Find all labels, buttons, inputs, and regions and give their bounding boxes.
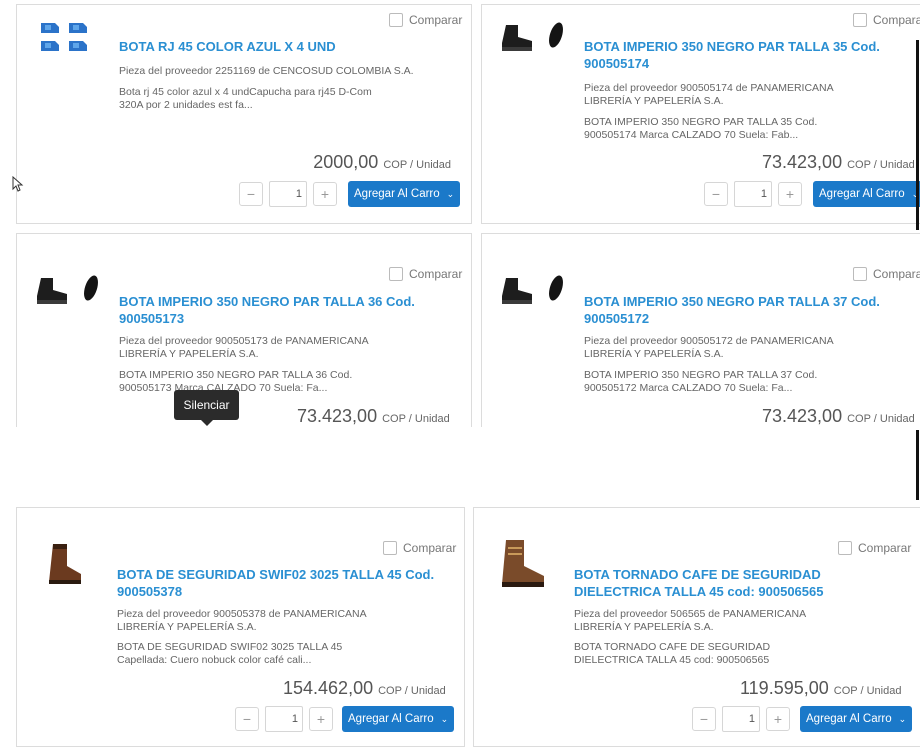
- quantity-input[interactable]: 1: [734, 181, 772, 207]
- compare-label: Comparar: [873, 13, 920, 27]
- price-unit: COP / Unidad: [847, 159, 915, 171]
- price-amount: 119.595,00: [740, 678, 829, 698]
- compare-toggle[interactable]: Comparar: [853, 267, 920, 281]
- add-to-cart-button[interactable]: Agregar Al Carro ⌄: [348, 181, 461, 207]
- decrease-button[interactable]: −: [235, 707, 259, 731]
- product-card: Comparar BOTA TORNADO CAFE DE SEGURIDAD …: [473, 507, 920, 747]
- compare-label: Comparar: [858, 541, 912, 555]
- price-amount: 73.423,00: [762, 152, 843, 172]
- compare-label: Comparar: [409, 267, 463, 281]
- compare-checkbox[interactable]: [383, 541, 397, 555]
- price: 73.423,00 COP / Unidad: [762, 152, 915, 173]
- compare-toggle[interactable]: Comparar: [383, 541, 456, 555]
- increase-button[interactable]: +: [778, 182, 802, 206]
- tooltip: Silenciar: [174, 390, 239, 426]
- increase-button[interactable]: +: [313, 182, 337, 206]
- chevron-down-icon: ⌄: [898, 713, 907, 724]
- product-description: BOTA TORNADO CAFE DE SEGURIDAD DIELECTRI…: [574, 641, 771, 666]
- quantity-stepper: −1 +: [692, 706, 790, 732]
- add-to-cart-label: Agregar Al Carro: [354, 188, 440, 200]
- price-amount: 73.423,00: [762, 406, 843, 426]
- chevron-down-icon: ⌄: [440, 713, 449, 724]
- mouse-cursor-icon: [12, 175, 24, 197]
- decrease-button[interactable]: −: [239, 182, 263, 206]
- product-image[interactable]: [500, 272, 566, 311]
- quantity-stepper: −1 +: [235, 706, 333, 732]
- add-to-cart-button[interactable]: Agregar Al Carro ⌄: [342, 706, 455, 732]
- supplier-info: Pieza del proveedor 900505173 de PANAMER…: [119, 335, 369, 360]
- blank-gap: [0, 427, 920, 505]
- quantity-input[interactable]: 1: [722, 706, 760, 732]
- increase-button[interactable]: +: [766, 707, 790, 731]
- product-card: Comparar BOTA DE SEGURIDAD SWIF02 3025 T…: [16, 507, 465, 747]
- product-description: BOTA IMPERIO 350 NEGRO PAR TALLA 35 Cod.…: [584, 116, 818, 141]
- compare-toggle[interactable]: Comparar: [838, 541, 911, 555]
- product-title[interactable]: BOTA IMPERIO 350 NEGRO PAR TALLA 36 Cod.…: [119, 293, 449, 327]
- add-to-cart-button[interactable]: Agregar Al Carro ⌄: [800, 706, 913, 732]
- quantity-stepper: −1 +: [239, 181, 337, 207]
- compare-checkbox[interactable]: [838, 541, 852, 555]
- decrease-button[interactable]: −: [692, 707, 716, 731]
- price: 2000,00 COP / Unidad: [313, 152, 451, 173]
- chevron-down-icon: ⌄: [446, 188, 455, 199]
- quantity-input[interactable]: 1: [265, 706, 303, 732]
- compare-checkbox[interactable]: [389, 267, 403, 281]
- compare-label: Comparar: [403, 541, 457, 555]
- add-to-cart-label: Agregar Al Carro: [806, 713, 892, 725]
- price-amount: 73.423,00: [297, 406, 378, 426]
- supplier-info: Pieza del proveedor 506565 de PANAMERICA…: [574, 608, 806, 633]
- compare-checkbox[interactable]: [853, 267, 867, 281]
- product-card: Comparar BOTA RJ 45 COLOR AZUL X 4 UND P…: [16, 4, 472, 224]
- product-title[interactable]: BOTA TORNADO CAFE DE SEGURIDAD DIELECTRI…: [574, 566, 864, 600]
- price: 154.462,00 COP / Unidad: [283, 678, 446, 699]
- product-description: BOTA IMPERIO 350 NEGRO PAR TALLA 37 Cod.…: [584, 369, 818, 394]
- compare-checkbox[interactable]: [389, 13, 403, 27]
- quantity-input[interactable]: 1: [269, 181, 307, 207]
- product-image[interactable]: [39, 19, 97, 62]
- supplier-info: Pieza del proveedor 900505174 de PANAMER…: [584, 82, 834, 107]
- add-to-cart-label: Agregar Al Carro: [819, 188, 905, 200]
- product-title[interactable]: BOTA IMPERIO 350 NEGRO PAR TALLA 37 Cod.…: [584, 293, 914, 327]
- price-unit: COP / Unidad: [833, 685, 902, 697]
- product-description: BOTA DE SEGURIDAD SWIF02 3025 TALLA 45 C…: [117, 641, 343, 666]
- compare-toggle[interactable]: Comparar: [389, 267, 462, 281]
- product-description: Bota rj 45 color azul x 4 undCapucha par…: [119, 86, 372, 111]
- price: 73.423,00 COP / Unidad: [762, 406, 915, 427]
- product-title[interactable]: BOTA DE SEGURIDAD SWIF02 3025 TALLA 45 C…: [117, 566, 452, 600]
- price: 119.595,00 COP / Unidad: [740, 678, 901, 699]
- product-card: Comparar BOTA IMPERIO 350 NEGRO PAR TALL…: [481, 4, 920, 224]
- product-image[interactable]: [45, 540, 85, 591]
- compare-label: Comparar: [409, 13, 463, 27]
- price-amount: 154.462,00: [283, 678, 374, 698]
- window-edge: [916, 40, 919, 230]
- compare-label: Comparar: [873, 267, 920, 281]
- add-to-cart-label: Agregar Al Carro: [348, 713, 434, 725]
- product-title[interactable]: BOTA RJ 45 COLOR AZUL X 4 UND: [119, 38, 449, 55]
- product-description: BOTA IMPERIO 350 NEGRO PAR TALLA 36 Cod.…: [119, 369, 353, 394]
- product-image[interactable]: [500, 19, 566, 58]
- product-image[interactable]: [496, 536, 550, 595]
- compare-toggle[interactable]: Comparar: [389, 13, 462, 27]
- quantity-stepper: −1 +: [704, 181, 802, 207]
- price-unit: COP / Unidad: [378, 685, 446, 697]
- window-edge: [916, 430, 919, 500]
- price: 73.423,00 COP / Unidad: [297, 406, 450, 427]
- decrease-button[interactable]: −: [704, 182, 728, 206]
- product-card: Comparar BOTA IMPERIO 350 NEGRO PAR TALL…: [16, 233, 472, 453]
- product-title[interactable]: BOTA IMPERIO 350 NEGRO PAR TALLA 35 Cod.…: [584, 38, 914, 72]
- increase-button[interactable]: +: [309, 707, 333, 731]
- price-unit: COP / Unidad: [847, 413, 915, 425]
- price-unit: COP / Unidad: [382, 413, 450, 425]
- add-to-cart-button[interactable]: Agregar Al Carro⌄: [813, 181, 920, 207]
- supplier-info: Pieza del proveedor 900505378 de PANAMER…: [117, 608, 367, 633]
- compare-toggle[interactable]: Comparar: [853, 13, 920, 27]
- compare-checkbox[interactable]: [853, 13, 867, 27]
- price-unit: COP / Unidad: [383, 159, 451, 171]
- product-image[interactable]: [35, 272, 101, 311]
- price-amount: 2000,00: [313, 152, 379, 172]
- supplier-info: Pieza del proveedor 2251169 de CENCOSUD …: [119, 65, 414, 77]
- supplier-info: Pieza del proveedor 900505172 de PANAMER…: [584, 335, 834, 360]
- product-card: Comparar BOTA IMPERIO 350 NEGRO PAR TALL…: [481, 233, 920, 453]
